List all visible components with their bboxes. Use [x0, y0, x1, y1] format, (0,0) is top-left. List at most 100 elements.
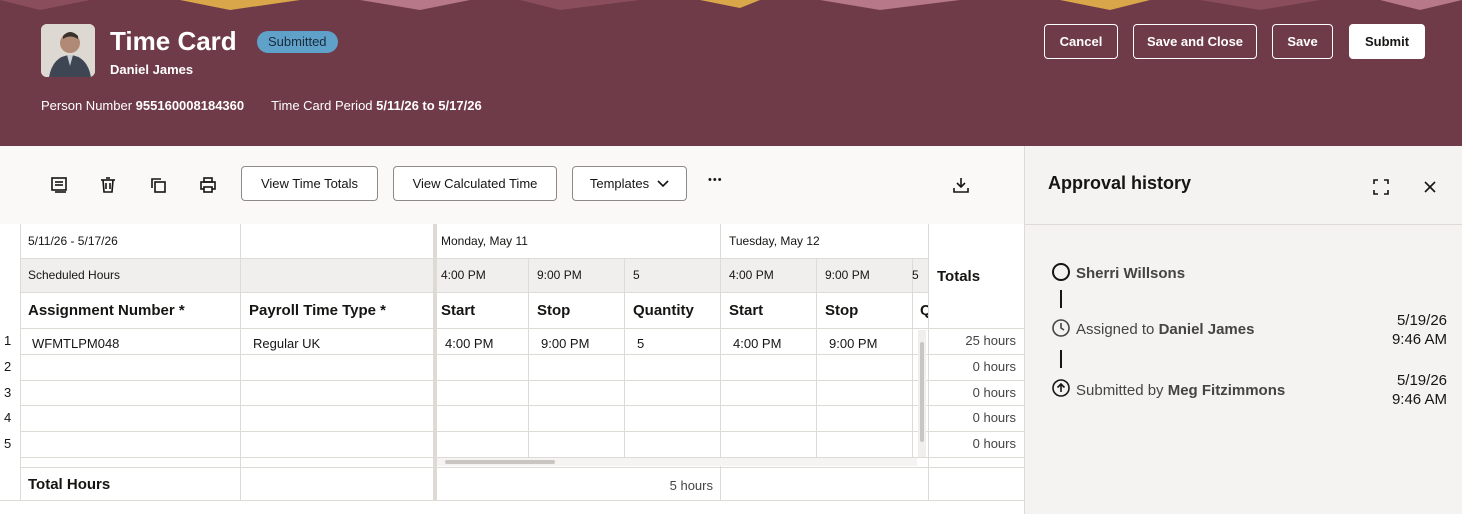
- scrollbar-thumb[interactable]: [445, 460, 555, 464]
- history-name: Daniel James: [1158, 321, 1255, 338]
- history-entry-assigned: Assigned to Daniel James: [1076, 321, 1254, 338]
- approver-name-text: Sherri Willsons: [1076, 265, 1186, 282]
- row-total: 0 hours: [972, 385, 1016, 400]
- col-header-mon-start[interactable]: Start: [433, 292, 528, 328]
- status-badge: Submitted: [257, 31, 338, 53]
- cell-mon-qty[interactable]: 5: [629, 330, 720, 356]
- save-and-close-button[interactable]: Save and Close: [1133, 24, 1257, 59]
- sched-mon-stop: 9:00 PM: [537, 268, 582, 282]
- row-number: 5: [4, 436, 12, 451]
- close-icon[interactable]: [1423, 180, 1437, 194]
- sched-mon-qty: 5: [633, 268, 640, 282]
- download-icon[interactable]: [951, 175, 971, 195]
- history-date: 5/19/26: [1396, 372, 1447, 389]
- avatar: [41, 24, 95, 77]
- expand-icon[interactable]: [1372, 178, 1390, 196]
- day-header-tuesday: Tuesday, May 12: [729, 234, 820, 248]
- header-decoration: [0, 0, 1462, 10]
- copy-icon[interactable]: [148, 175, 168, 195]
- row-number: 1: [4, 333, 12, 348]
- col-header-mon-quantity[interactable]: Quantity: [625, 292, 720, 328]
- col-header-assignment[interactable]: Assignment Number *: [20, 292, 240, 328]
- history-date: 5/19/26: [1396, 312, 1447, 329]
- templates-dropdown[interactable]: Templates: [572, 166, 687, 201]
- person-name: Daniel James: [110, 62, 194, 77]
- row-divider: [20, 405, 1024, 406]
- horizontal-scrollbar[interactable]: [437, 458, 917, 466]
- col-header-payroll[interactable]: Payroll Time Type *: [241, 292, 433, 328]
- row-number: 3: [4, 385, 12, 400]
- row-total: 0 hours: [972, 436, 1016, 451]
- cell-assignment[interactable]: [24, 407, 240, 431]
- templates-label: Templates: [589, 176, 650, 191]
- period-label: Time Card Period: [271, 98, 373, 113]
- more-actions-icon[interactable]: •••: [708, 174, 723, 186]
- totals-header: Totals: [937, 267, 981, 285]
- timeline-connector: [1060, 350, 1062, 368]
- submit-button[interactable]: Submit: [1349, 24, 1425, 59]
- sched-tue-stop: 9:00 PM: [825, 268, 870, 282]
- cell-mon-start[interactable]: 4:00 PM: [437, 330, 528, 356]
- sched-mon-start: 4:00 PM: [441, 268, 486, 282]
- cell-assignment[interactable]: WFMTLPM048: [24, 330, 240, 356]
- view-calculated-time-button[interactable]: View Calculated Time: [393, 166, 557, 201]
- sched-tue-qty: 5: [912, 268, 919, 282]
- cell-assignment[interactable]: [24, 433, 240, 457]
- cell-tue-start[interactable]: 4:00 PM: [725, 330, 816, 356]
- chevron-down-icon: [657, 179, 669, 188]
- row-divider: [20, 431, 1024, 432]
- history-prefix: Submitted by: [1076, 382, 1164, 399]
- pending-circle-icon: [1051, 262, 1071, 282]
- total-hours-label: Total Hours: [28, 475, 111, 493]
- period-range: 5/11/26 - 5/17/26: [28, 234, 118, 248]
- row-divider: [0, 500, 1024, 501]
- cell-assignment[interactable]: [24, 356, 240, 380]
- history-time: 9:46 AM: [1391, 331, 1447, 348]
- col-header-tue-start[interactable]: Start: [721, 292, 816, 328]
- view-time-totals-button[interactable]: View Time Totals: [241, 166, 378, 201]
- person-number-label: Person Number: [41, 98, 133, 113]
- approval-history-title: Approval history: [1048, 173, 1192, 193]
- comment-icon[interactable]: [49, 175, 69, 195]
- vertical-scrollbar[interactable]: [918, 330, 926, 457]
- save-button[interactable]: Save: [1272, 24, 1333, 59]
- scheduled-hours-label: Scheduled Hours: [28, 268, 121, 282]
- card-meta: Person Number 955160008184360 Time Card …: [41, 98, 482, 113]
- cancel-button[interactable]: Cancel: [1044, 24, 1118, 59]
- row-total: 25 hours: [965, 333, 1016, 348]
- clock-icon: [1051, 318, 1071, 338]
- row-total: 0 hours: [972, 410, 1016, 425]
- history-prefix: Assigned to: [1076, 321, 1155, 338]
- day-header-monday: Monday, May 11: [441, 234, 528, 248]
- cell-tue-stop[interactable]: 9:00 PM: [821, 330, 912, 356]
- history-time: 9:46 AM: [1391, 391, 1447, 408]
- col-header-mon-stop[interactable]: Stop: [529, 292, 624, 328]
- row-total: 0 hours: [972, 359, 1016, 374]
- history-name: Meg Fitzimmons: [1167, 382, 1286, 399]
- history-entry-submitted: Submitted by Meg Fitzimmons: [1076, 382, 1285, 399]
- scrollbar-thumb[interactable]: [920, 342, 924, 442]
- submitted-arrow-icon: [1051, 378, 1071, 398]
- cell-payroll-type[interactable]: Regular UK: [245, 330, 433, 356]
- person-number-value: 955160008184360: [135, 98, 245, 113]
- row-divider: [20, 328, 1024, 329]
- page-title: Time Card: [110, 26, 237, 56]
- history-timestamp: 5/19/26 9:46 AM: [1392, 371, 1447, 409]
- cell-mon-stop[interactable]: 9:00 PM: [533, 330, 624, 356]
- panel-divider: [1025, 224, 1462, 225]
- history-timestamp: 5/19/26 9:46 AM: [1392, 311, 1447, 349]
- page-header: [0, 0, 1462, 146]
- col-divider: [240, 224, 241, 500]
- timeline-connector: [1060, 290, 1062, 308]
- approver-name: Sherri Willsons: [1076, 265, 1185, 282]
- print-icon[interactable]: [198, 175, 218, 195]
- col-header-tue-quantity[interactable]: Q: [912, 292, 928, 328]
- delete-icon[interactable]: [98, 175, 118, 195]
- row-number: 4: [4, 410, 12, 425]
- period-value: 5/11/26 to 5/17/26: [376, 98, 482, 113]
- monday-total: 5 hours: [669, 478, 713, 493]
- cell-assignment[interactable]: [24, 382, 240, 405]
- row-divider: [20, 380, 1024, 381]
- col-header-tue-stop[interactable]: Stop: [817, 292, 912, 328]
- sched-tue-start: 4:00 PM: [729, 268, 774, 282]
